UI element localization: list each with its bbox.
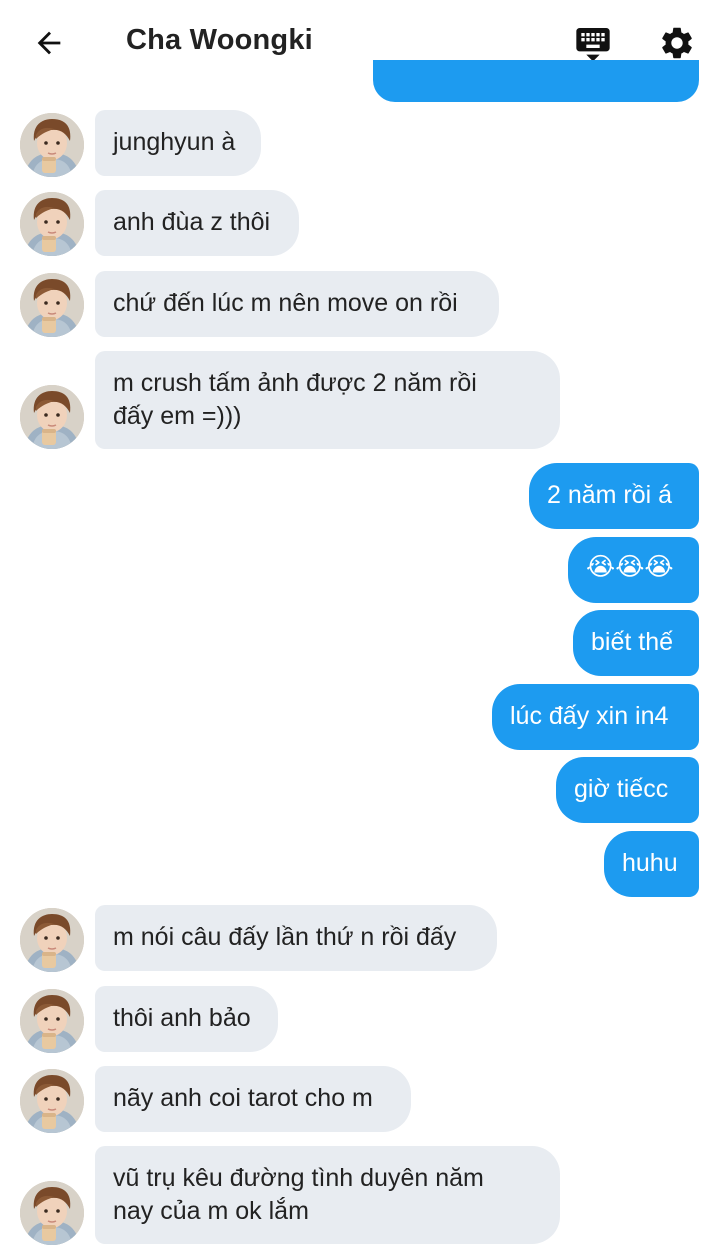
sent-message[interactable]: 2 năm rồi á (529, 463, 699, 529)
avatar[interactable] (20, 908, 84, 972)
message-line: nay của m ok lắm (113, 1197, 309, 1225)
received-message[interactable]: chứ đến lúc m nên move on rồi (95, 271, 499, 337)
sent-message[interactable]: 😭😭😭 (568, 537, 699, 603)
received-message[interactable]: junghyun à (95, 110, 261, 176)
arrow-left-icon (37, 31, 61, 55)
avatar[interactable] (20, 113, 84, 177)
received-message[interactable]: m crush tấm ảnh được 2 năm rồi đấy em =)… (95, 351, 560, 449)
sent-message[interactable]: lúc đấy xin in4 (492, 684, 699, 750)
avatar[interactable] (20, 273, 84, 337)
avatar[interactable] (20, 385, 84, 449)
gear-icon (662, 27, 692, 59)
avatar[interactable] (20, 989, 84, 1053)
sent-message[interactable]: giờ tiếcc (556, 757, 699, 823)
message-line: vũ trụ kêu đường tình duyên năm (113, 1164, 484, 1192)
received-message[interactable]: m nói câu đấy lần thứ n rồi đấy (95, 905, 497, 971)
sent-message[interactable]: biết thế (573, 610, 699, 676)
sent-message[interactable]: huhu (604, 831, 699, 897)
previous-sent-bubble (373, 60, 699, 102)
message-line: m crush tấm ảnh được 2 năm rồi (113, 369, 477, 397)
avatar[interactable] (20, 1181, 84, 1245)
avatar[interactable] (20, 192, 84, 256)
message-line: đấy em =))) (113, 402, 242, 430)
chat-title: Cha Woongki (126, 24, 313, 56)
received-message[interactable]: vũ trụ kêu đường tình duyên năm nay của … (95, 1146, 560, 1244)
back-button[interactable] (26, 20, 72, 66)
received-message[interactable]: thôi anh bảo (95, 986, 278, 1052)
avatar[interactable] (20, 1069, 84, 1133)
received-message[interactable]: nãy anh coi tarot cho m (95, 1066, 411, 1132)
received-message[interactable]: anh đùa z thôi (95, 190, 299, 256)
keyboard-icon (576, 28, 610, 62)
